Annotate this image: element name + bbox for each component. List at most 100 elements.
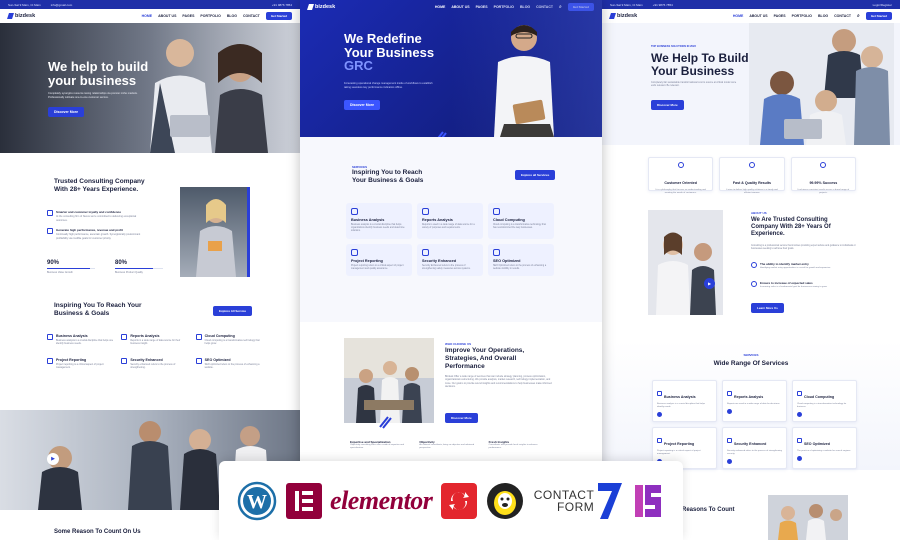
about-heading: Improve Your Operations, Strategies, And… — [445, 347, 525, 370]
about-discover-button[interactable]: Discover More — [445, 413, 478, 423]
services-grid: Business Analysis Business analysis is a … — [346, 203, 554, 277]
seo-icon — [797, 438, 802, 444]
service-item[interactable]: Business Analysis Business analysis is a … — [47, 334, 113, 346]
service-card[interactable]: Security Enhanced Security Enhanced refer… — [417, 243, 483, 277]
security-icon — [422, 248, 429, 256]
services-grid: Business Analysis Business analysis is a … — [47, 334, 262, 369]
feature-item: Fresh Insights Consultants also provide f… — [488, 440, 538, 450]
hero-discover-button[interactable]: Discover More — [344, 100, 381, 110]
quality-icon — [748, 162, 755, 168]
video-play-button[interactable]: ▶ — [47, 453, 59, 465]
service-item[interactable]: Reports Analysis Reports in a wide range … — [121, 334, 187, 346]
analysis-icon — [47, 334, 53, 340]
project-icon — [657, 438, 662, 444]
redux-icon — [633, 483, 665, 519]
about-tag: WHO CHOOSE US — [445, 342, 472, 346]
about-tag: ABOUT US — [751, 211, 767, 215]
right-hero: TOP BUSINESS SOLUTIONS IN 2023 We Help T… — [602, 23, 900, 145]
nav-contact[interactable]: CONTACT — [834, 14, 851, 18]
hero-heading: We help to build your business — [48, 59, 149, 88]
reasons-heading: Some Reason To Count On Us — [54, 529, 141, 535]
service-card[interactable]: Reports Analysis Reports are used in a wi… — [722, 380, 787, 423]
topbar-phone[interactable]: +91 9876 7854 — [272, 3, 292, 7]
nav-about[interactable]: ABOUT US — [749, 14, 767, 18]
service-card[interactable]: SEO Optimized The practice of optimizing … — [792, 427, 857, 470]
explore-services-button[interactable]: Explore all Services — [515, 170, 556, 180]
service-item[interactable]: Security Enhanced Security enhanced refer… — [121, 357, 187, 370]
nav-portfolio[interactable]: PORTFOLIO — [792, 14, 812, 18]
hero-text: Completely fair sustainable transformati… — [651, 81, 737, 88]
topbar-address: Sun-Sat 9 Main, Ct Main — [610, 2, 643, 7]
video-play-button[interactable]: ▶ — [704, 278, 715, 289]
wordpress-icon: W — [237, 481, 277, 521]
logo[interactable]: bizdesk — [307, 4, 335, 10]
service-card[interactable]: Business Analysis Business analysis is a … — [346, 203, 412, 239]
analysis-icon — [657, 391, 662, 397]
topbar-phone[interactable]: +91 9876 7854 — [653, 3, 673, 7]
project-icon — [47, 357, 53, 364]
get-started-button[interactable]: Get Started — [265, 12, 292, 20]
explore-services-button[interactable]: Explore All Service — [213, 306, 253, 316]
hero-text: Forecasting operational change managemen… — [344, 82, 433, 89]
nav-contact[interactable]: CONTACT — [243, 14, 260, 18]
hero-man-photo — [494, 25, 554, 137]
nav-blog[interactable]: BLOG — [818, 14, 828, 18]
service-card[interactable]: Project Reporting Project reporting refer… — [346, 243, 412, 277]
service-item[interactable]: Cloud Computing Cloud computing is a tran… — [195, 334, 262, 346]
nav-pages[interactable]: PAGES — [182, 14, 194, 18]
service-card[interactable]: Cloud Computing Cloud computing is a tran… — [792, 380, 857, 423]
topbar-email[interactable]: info@gmail.com — [51, 3, 73, 7]
get-started-button[interactable]: Get Started — [865, 12, 892, 20]
logo[interactable]: bizdesk — [609, 13, 637, 19]
service-card[interactable]: Reports Analysis Reports is used in a wid… — [417, 203, 483, 239]
topbar-login[interactable]: Login/Register — [873, 3, 892, 7]
nav-blog[interactable]: BLOG — [227, 14, 237, 18]
about-text: Bizdesk Offer a wide range of services t… — [445, 375, 552, 389]
nav-home[interactable]: HOME — [435, 5, 446, 9]
service-item[interactable]: SEO Optimized SEO optimized refers to the… — [195, 357, 262, 370]
learn-more-button[interactable]: Learn More Us — [751, 303, 784, 313]
service-card[interactable]: Security Enhanced Security enhanced refer… — [722, 427, 787, 470]
services-tag: SERVICES — [743, 353, 759, 357]
right-about: ▶ ABOUT US We Are Trusted Consulting Com… — [602, 205, 900, 325]
service-card[interactable]: Business Analysis Business analysis is a … — [652, 380, 717, 423]
logo[interactable]: bizdesk — [7, 13, 35, 19]
hero-discover-button[interactable]: Discover More — [48, 107, 85, 117]
about-heading: We Are Trusted Consulting Company With 2… — [751, 217, 831, 238]
arrow-button[interactable] — [797, 456, 802, 462]
seven-icon — [598, 482, 623, 519]
service-card[interactable]: Cloud Computing Cloud computing is a tran… — [488, 203, 554, 239]
left-hero: We help to build your business Completel… — [0, 23, 300, 153]
seo-icon — [493, 248, 500, 256]
feature-card: 99.99% Success It achieves consistent res… — [790, 157, 856, 194]
left-topbar: Sun-Sat 9 Main, Ct Main info@gmail.com +… — [0, 0, 300, 9]
plugin-logos-bar: W elementor CONTACT FORM — [219, 461, 683, 540]
about-photo — [648, 210, 723, 315]
nav-pages[interactable]: PAGES — [774, 14, 786, 18]
meeting-photo — [344, 338, 434, 423]
sync-icon — [440, 482, 477, 519]
arrow-button[interactable] — [797, 412, 802, 418]
arrow-button[interactable] — [657, 412, 662, 418]
search-icon[interactable]: ⌕ — [857, 13, 860, 19]
nav-home[interactable]: HOME — [142, 14, 153, 18]
nav-home[interactable]: HOME — [733, 14, 744, 18]
hero-heading: We Redefine Your Business GRC — [344, 31, 435, 74]
services-heading: Inspiring You to Reach Your Business & G… — [352, 169, 424, 184]
hero-discover-button[interactable]: Discover More — [651, 100, 684, 110]
arrow-button[interactable] — [727, 459, 732, 465]
feature-item: Objectivity As external consultants, brin… — [419, 440, 475, 450]
nav-portfolio[interactable]: PORTFOLIO — [200, 14, 220, 18]
right-topbar: Sun-Sat 9 Main, Ct Main +91 9876 7854 Lo… — [602, 0, 900, 9]
decorative-slash-icon — [379, 416, 392, 429]
service-card[interactable]: SEO Optimized SEO Optimized refers to the… — [488, 243, 554, 277]
arrow-button[interactable] — [727, 409, 732, 415]
feature-icon — [47, 228, 53, 234]
left-about: Trusted Consulting Company With 28+ Year… — [0, 160, 300, 295]
nav-about[interactable]: ABOUT US — [158, 14, 176, 18]
customer-icon — [677, 162, 684, 168]
reasons-photo — [768, 495, 848, 540]
about-point: The ability to identify market entry Iden… — [751, 262, 856, 270]
service-item[interactable]: Project Reporting Project reporting is a … — [47, 357, 113, 370]
right-page-preview: Sun-Sat 9 Main, Ct Main +91 9876 7854 Lo… — [602, 0, 900, 540]
